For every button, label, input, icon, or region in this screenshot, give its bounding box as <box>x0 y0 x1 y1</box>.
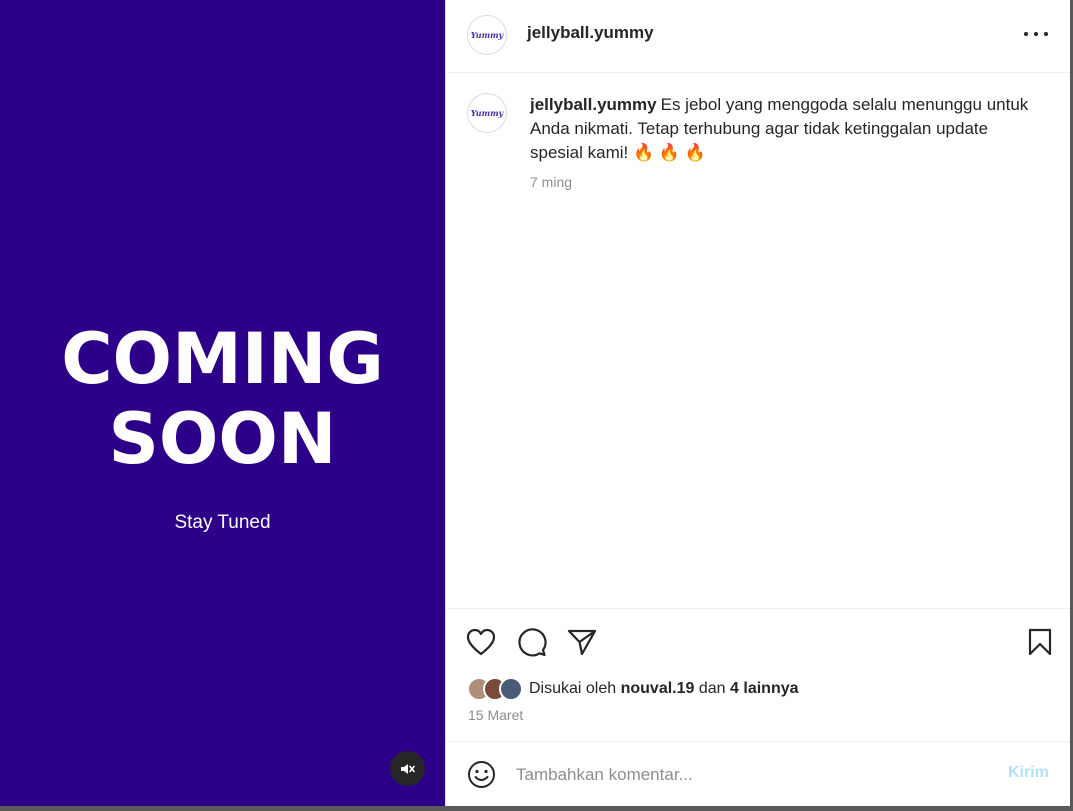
share-button[interactable] <box>566 626 598 658</box>
bookmark-icon <box>1028 628 1052 656</box>
likes-middle: dan <box>698 680 726 697</box>
more-horizontal-icon <box>1024 32 1028 36</box>
liker-avatar[interactable] <box>499 677 523 701</box>
media-headline-line1: COMING <box>61 318 384 400</box>
window-edge-bottom <box>0 806 1073 811</box>
save-button[interactable] <box>1024 626 1056 658</box>
like-button[interactable] <box>465 626 497 658</box>
likes-user-link[interactable]: nouval.19 <box>621 680 695 697</box>
actions-area: Disukai oleh nouval.19 dan 4 lainnya 15 … <box>446 608 1071 741</box>
caption: jellyball.yummy Es jebol yang menggoda se… <box>530 93 1030 194</box>
comment-box: Kirim <box>446 741 1071 806</box>
send-comment-button[interactable]: Kirim <box>1008 764 1049 782</box>
media-headline-line2: SOON <box>108 398 337 480</box>
caption-username[interactable]: jellyball.yummy <box>530 95 657 114</box>
likes-others-link[interactable]: 4 lainnya <box>730 680 798 697</box>
likes-summary: Disukai oleh nouval.19 dan 4 lainnya <box>467 677 799 701</box>
likes-prefix: Disukai oleh <box>529 680 617 697</box>
header-username[interactable]: jellyball.yummy <box>527 23 654 43</box>
post-header: Yummy jellyball.yummy <box>446 0 1071 73</box>
mute-button[interactable] <box>390 751 425 786</box>
brand-logo: Yummy <box>470 108 504 118</box>
likes-text: Disukai oleh nouval.19 dan 4 lainnya <box>529 680 799 698</box>
brand-logo: Yummy <box>470 30 504 40</box>
emoji-smile-icon <box>468 761 495 788</box>
more-options-button[interactable] <box>1024 24 1048 44</box>
post-side-panel: Yummy jellyball.yummy Yummy jellyball.yu… <box>445 0 1071 806</box>
post-date: 15 Maret <box>468 707 524 723</box>
speaker-muted-icon <box>400 763 415 774</box>
comment-button[interactable] <box>516 626 548 658</box>
comment-input[interactable] <box>516 762 996 788</box>
post-dialog: COMING SOON Stay Tuned Yummy jellyball.y… <box>0 0 1071 806</box>
post-media[interactable]: COMING SOON Stay Tuned <box>0 0 445 806</box>
heart-icon <box>466 628 496 656</box>
caption-time[interactable]: 7 ming <box>530 170 1030 194</box>
media-subtitle: Stay Tuned <box>174 512 271 533</box>
avatar[interactable]: Yummy <box>467 15 507 55</box>
comment-icon <box>518 628 547 657</box>
caption-avatar[interactable]: Yummy <box>467 93 507 133</box>
emoji-button[interactable] <box>467 760 496 789</box>
send-icon <box>567 629 597 656</box>
